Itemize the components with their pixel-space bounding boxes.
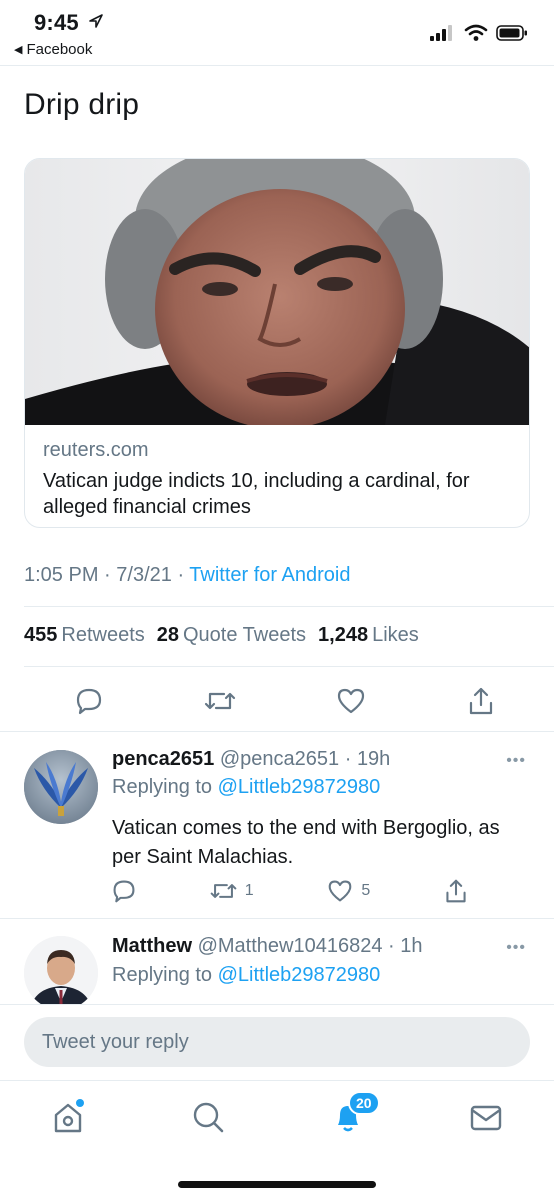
likes-count: 1,248 [318, 624, 369, 646]
wifi-icon [464, 24, 488, 41]
reply-header: Matthew @Matthew10416824 · 1h [112, 935, 422, 958]
replying-to-handle[interactable]: @Littleb29872980 [218, 964, 381, 986]
likes-label: Likes [372, 624, 419, 646]
retweets-label: Retweets [61, 624, 145, 646]
replying-label: Replying to [112, 964, 213, 986]
replying-label: Replying to [112, 776, 213, 798]
likes-stat[interactable]: 1,248 Likes [318, 624, 419, 647]
location-arrow-icon [89, 14, 103, 28]
avatar-image [24, 750, 98, 824]
avatar-image [24, 936, 98, 1010]
share-icon[interactable] [444, 878, 468, 904]
card-body: reuters.com Vatican judge indicts 10, in… [25, 425, 529, 527]
reply-author-handle[interactable]: @penca2651 [220, 748, 339, 770]
tweet-text: Drip drip [24, 88, 140, 121]
search-icon[interactable] [188, 1097, 228, 1137]
back-app-label: Facebook [26, 41, 93, 58]
like-icon [329, 880, 352, 902]
reply-actions: 1 5 [112, 878, 468, 904]
quotes-count: 28 [156, 624, 179, 646]
card-image [25, 159, 529, 425]
replying-to: Replying to @Littleb29872980 [112, 964, 380, 987]
retweets-count: 455 [24, 624, 58, 646]
battery-icon [496, 25, 527, 41]
reply-time: 1h [400, 935, 423, 957]
more-icon[interactable]: ••• [506, 752, 526, 770]
share-icon[interactable] [467, 686, 495, 716]
reply-divider [0, 918, 554, 919]
quotes-label: Quote Tweets [183, 624, 307, 646]
tweet-stats: 455 Retweets 28 Quote Tweets 1,248 Likes [24, 624, 419, 647]
home-icon[interactable] [48, 1097, 88, 1137]
replying-to-handle[interactable]: @Littleb29872980 [218, 776, 381, 798]
meta-separator: · [104, 564, 117, 586]
reply-retweet-action[interactable]: 1 [210, 879, 254, 903]
home-indicator [178, 1181, 376, 1188]
avatar[interactable] [24, 750, 98, 824]
stats-divider [24, 666, 554, 667]
tweet-source-link[interactable]: Twitter for Android [189, 564, 350, 586]
tweet-date: 7/3/21 [116, 564, 172, 586]
reply-author-name[interactable]: penca2651 [112, 748, 214, 770]
more-icon[interactable]: ••• [506, 939, 526, 957]
avatar[interactable] [24, 936, 98, 1010]
reply-composer: Tweet your reply [0, 1004, 554, 1080]
actions-divider [0, 731, 554, 732]
quotes-stat[interactable]: 28 Quote Tweets [157, 624, 306, 647]
messages-icon[interactable] [466, 1097, 506, 1137]
reply-icon[interactable] [75, 687, 103, 715]
header-divider [0, 65, 554, 66]
like-icon[interactable] [336, 687, 366, 715]
status-bar: 9:45 ◀ Facebook [0, 0, 554, 66]
reply-like-count: 5 [361, 882, 371, 899]
tweet-meta: 1:05 PM · 7/3/21 · Twitter for Android [24, 564, 350, 587]
reply-retweet-count: 1 [244, 882, 254, 899]
notifications-badge: 20 [348, 1091, 380, 1115]
tweet-time: 1:05 PM [24, 564, 99, 586]
reply-text: Vatican comes to the end with Bergoglio,… [112, 817, 500, 868]
replying-to: Replying to @Littleb29872980 [112, 776, 380, 799]
signal-icon [430, 25, 452, 41]
retweet-icon[interactable] [204, 687, 236, 715]
link-card[interactable]: reuters.com Vatican judge indicts 10, in… [24, 158, 530, 528]
reply-icon[interactable] [112, 879, 136, 903]
card-photo [25, 159, 529, 425]
card-domain: reuters.com [43, 439, 149, 461]
retweet-icon [210, 884, 237, 898]
reply-time-separator: · [339, 748, 357, 770]
status-indicators [430, 24, 528, 42]
reply-time: 19h [356, 748, 391, 770]
reply-author-handle[interactable]: @Matthew10416824 [198, 935, 383, 957]
meta-divider [24, 606, 554, 607]
status-time: 9:45 [34, 10, 79, 35]
retweets-stat[interactable]: 455 Retweets [24, 624, 145, 647]
reply-input[interactable]: Tweet your reply [24, 1017, 530, 1067]
reply-time-separator: · [382, 935, 401, 957]
meta-separator: · [177, 564, 190, 586]
back-to-app-button[interactable]: ◀ Facebook [14, 41, 92, 58]
card-title: Vatican judge indicts 10, including a ca… [43, 470, 470, 518]
tweet-actions [75, 686, 495, 716]
reply-author-name[interactable]: Matthew [112, 935, 192, 957]
reply-like-action[interactable]: 5 [327, 879, 370, 903]
back-triangle-icon: ◀ [14, 44, 23, 56]
reply-header: penca2651 @penca2651 · 19h [112, 748, 390, 771]
